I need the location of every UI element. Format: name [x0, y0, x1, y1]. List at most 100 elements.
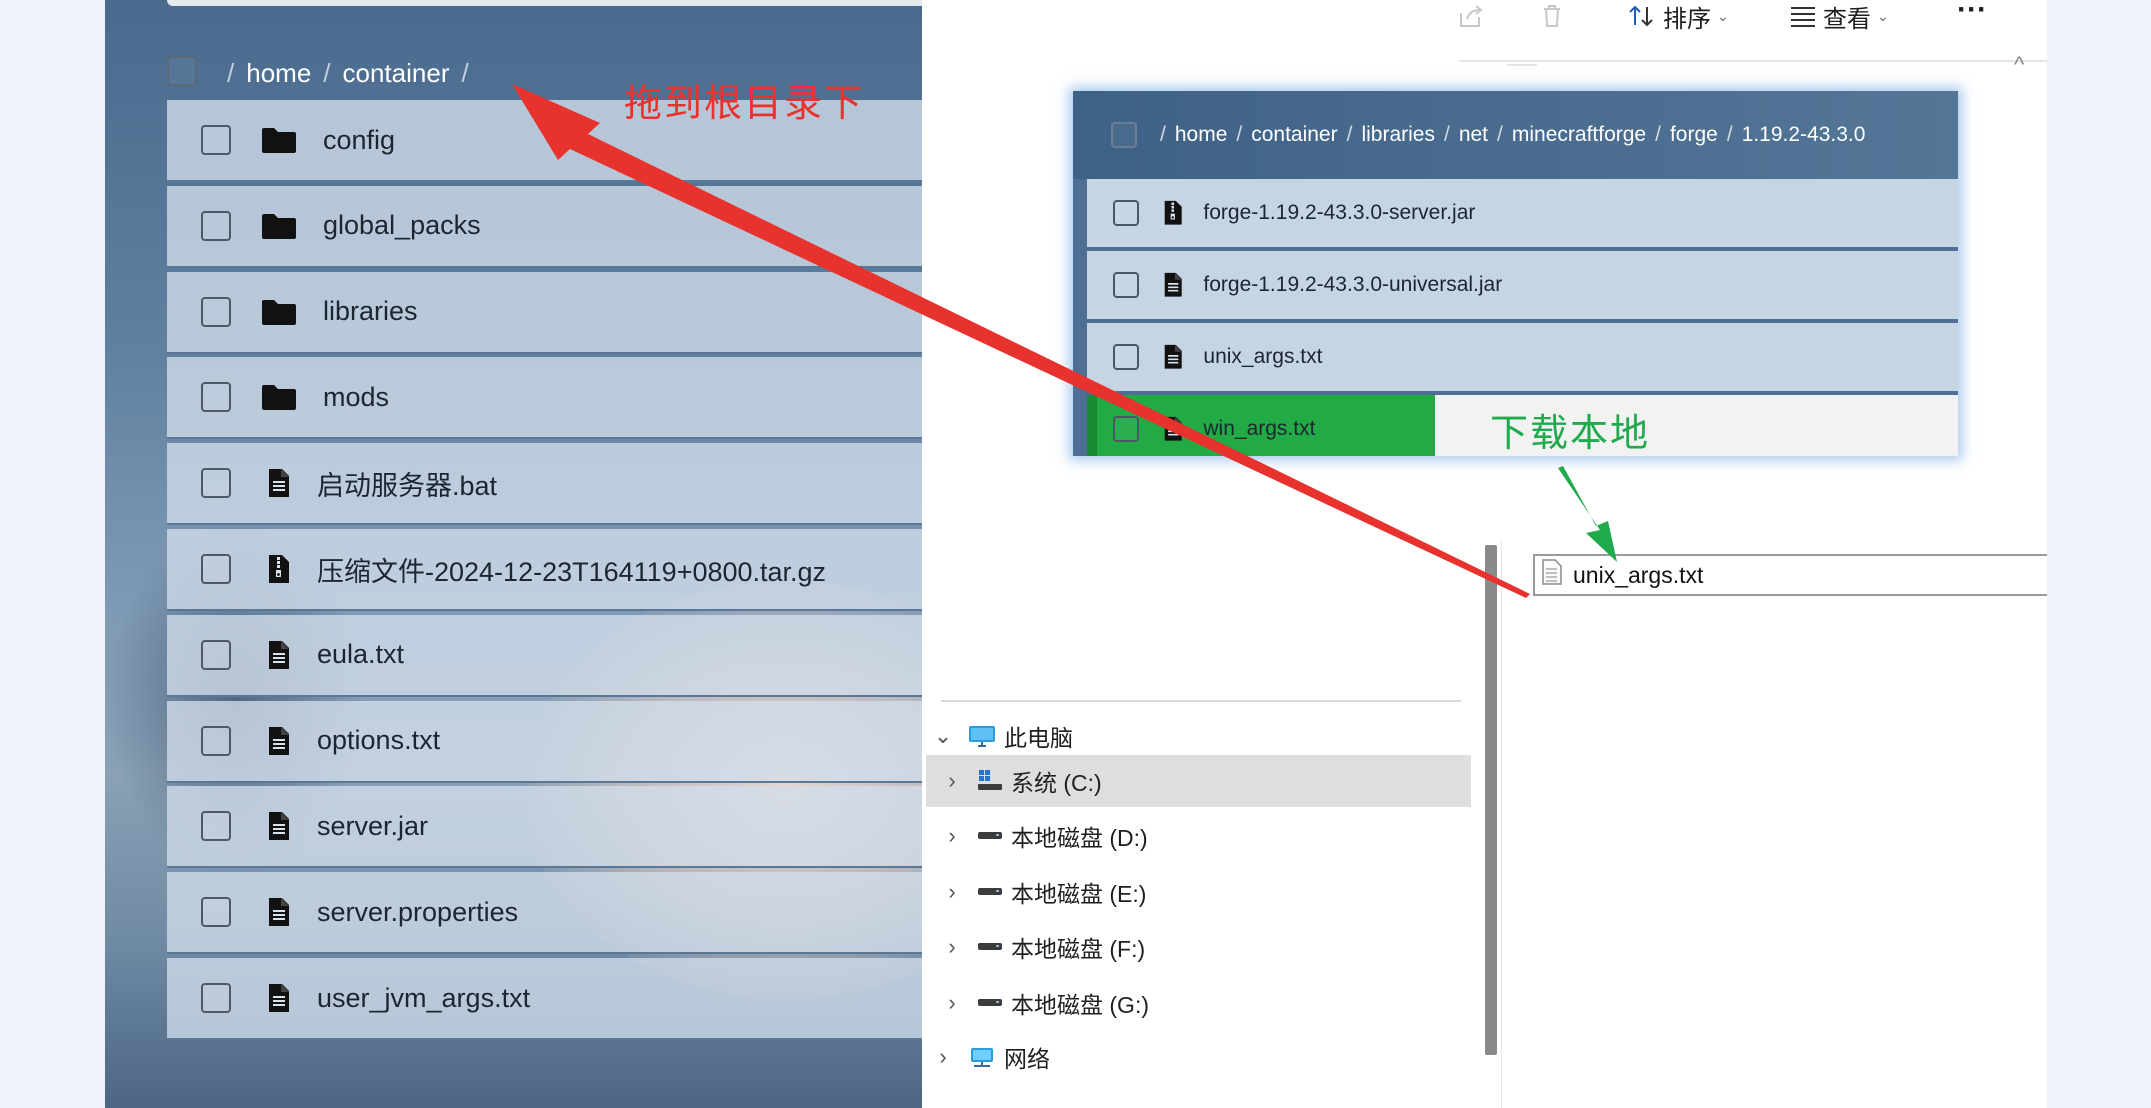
- dropped-file-item[interactable]: unix_args.txt: [1533, 554, 2047, 596]
- network-icon: [968, 1045, 996, 1069]
- drive-icon: [977, 886, 1003, 898]
- file-name[interactable]: mods: [323, 382, 389, 413]
- breadcrumb-separator: /: [227, 57, 235, 88]
- row-checkbox[interactable]: [201, 639, 231, 670]
- chevron-right-icon[interactable]: ›: [941, 990, 963, 1016]
- explorer-toolbar: 排序 ⌄ 查看 ⌄ ···: [1457, 0, 2047, 34]
- row-checkbox[interactable]: [201, 983, 231, 1013]
- view-list-icon: [1791, 7, 1815, 27]
- row-checkbox[interactable]: [201, 725, 231, 756]
- chevron-down-icon[interactable]: ⌄: [932, 723, 954, 749]
- sort-button[interactable]: 排序 ⌄: [1627, 0, 1729, 33]
- document-icon: [1163, 344, 1183, 370]
- folder-icon: [259, 382, 299, 412]
- drag-preview-row: forge-1.19.2-43.3.0-server.jar: [1087, 179, 1958, 249]
- file-name: unix_args.txt: [1203, 345, 1323, 368]
- document-icon: [259, 811, 299, 841]
- row-checkbox[interactable]: [201, 296, 231, 327]
- monitor-icon: [968, 724, 996, 748]
- row-checkbox[interactable]: [201, 897, 231, 928]
- breadcrumb-separator: /: [1346, 123, 1353, 146]
- drive-icon: [977, 997, 1003, 1009]
- chevron-down-icon: ⌄: [1717, 7, 1729, 24]
- breadcrumb-separator: /: [1443, 123, 1450, 146]
- nav-item-label: 本地磁盘 (D:): [1011, 825, 1148, 851]
- breadcrumb-separator: /: [461, 57, 469, 88]
- row-checkbox[interactable]: [201, 125, 231, 155]
- nav-item-label: 系统 (C:): [1011, 770, 1102, 796]
- file-row[interactable]: eula.txt: [167, 614, 922, 697]
- file-row[interactable]: mods: [167, 357, 922, 440]
- file-row[interactable]: server.jar: [167, 786, 922, 869]
- nav-item[interactable]: › 本地磁盘 (G:): [941, 977, 1461, 1029]
- chevron-down-icon: ⌄: [1877, 7, 1889, 24]
- chevron-right-icon[interactable]: ›: [941, 823, 963, 849]
- file-row[interactable]: server.properties: [167, 872, 922, 955]
- file-name[interactable]: libraries: [323, 296, 418, 327]
- nav-item[interactable]: › 本地磁盘 (D:): [941, 810, 1461, 862]
- select-all-checkbox: [1111, 122, 1137, 148]
- breadcrumb-segment: forge: [1669, 123, 1718, 146]
- file-name[interactable]: user_jvm_args.txt: [317, 983, 530, 1014]
- file-name[interactable]: 压缩文件-2024-12-23T164119+0800.tar.gz: [317, 550, 826, 589]
- file-row[interactable]: 启动服务器.bat: [167, 443, 922, 526]
- text-file-icon: [1541, 558, 1563, 592]
- share-icon[interactable]: [1457, 0, 1485, 32]
- breadcrumb-separator: /: [1236, 123, 1243, 146]
- row-checkbox[interactable]: [201, 382, 231, 413]
- folder-icon: [259, 211, 299, 241]
- file-name[interactable]: global_packs: [323, 210, 481, 241]
- chevron-right-icon[interactable]: ›: [941, 879, 963, 905]
- nav-item[interactable]: › 系统 (C:): [926, 755, 1471, 807]
- row-checkbox[interactable]: [201, 468, 231, 499]
- view-label: 查看: [1823, 5, 1871, 33]
- breadcrumb: / home / container /: [167, 38, 469, 108]
- chevron-right-icon[interactable]: ›: [941, 768, 963, 794]
- file-row[interactable]: 压缩文件-2024-12-23T164119+0800.tar.gz: [167, 529, 922, 611]
- chevron-right-icon[interactable]: ›: [941, 934, 963, 960]
- sort-icon: [1629, 5, 1653, 27]
- row-checkbox: [1113, 272, 1139, 298]
- navigation-pane: ⌄ 此电脑 › 系统 (C:) › 本地磁盘 (D:) › 本地磁盘 (E:) › 本地磁盘 (F…: [922, 690, 1477, 1108]
- view-button[interactable]: 查看 ⌄: [1789, 0, 1889, 33]
- collapse-caret-icon[interactable]: ^: [2014, 52, 2024, 78]
- chevron-right-icon[interactable]: ›: [932, 1044, 954, 1070]
- breadcrumb-separator: /: [1160, 123, 1166, 146]
- nav-item[interactable]: › 本地磁盘 (E:): [941, 866, 1461, 918]
- row-checkbox[interactable]: [201, 210, 231, 241]
- more-options-button[interactable]: ···: [1957, 0, 1987, 26]
- file-row[interactable]: options.txt: [167, 700, 922, 783]
- file-name[interactable]: config: [323, 125, 395, 156]
- nav-item[interactable]: › 本地磁盘 (F:): [941, 921, 1461, 973]
- file-row[interactable]: libraries: [167, 271, 922, 354]
- breadcrumb-separator: /: [323, 57, 331, 88]
- drag-preview-breadcrumb: / home / container / libraries / net / minecraftf…: [1073, 91, 1958, 179]
- nav-item[interactable]: › 网络: [932, 1031, 1452, 1083]
- file-name[interactable]: server.properties: [317, 897, 518, 928]
- row-checkbox[interactable]: [201, 811, 231, 842]
- breadcrumb-home[interactable]: home: [246, 58, 311, 89]
- toolbar-divider: [1459, 60, 2047, 62]
- nav-scrollbar[interactable]: [1485, 545, 1497, 1055]
- file-row[interactable]: user_jvm_args.txt: [167, 958, 922, 1040]
- breadcrumb-segment: net: [1458, 123, 1489, 146]
- breadcrumb-separator: /: [1655, 123, 1661, 146]
- file-name[interactable]: 启动服务器.bat: [317, 464, 497, 503]
- nav-item-label: 此电脑: [1004, 725, 1073, 751]
- folder-icon: [259, 125, 299, 155]
- drag-preview-row: unix_args.txt: [1087, 323, 1958, 393]
- file-row[interactable]: global_packs: [167, 185, 922, 268]
- breadcrumb-segment: libraries: [1361, 123, 1435, 146]
- nav-item-label: 网络: [1004, 1046, 1050, 1072]
- file-name[interactable]: server.jar: [317, 811, 428, 842]
- breadcrumb-container[interactable]: container: [343, 58, 450, 89]
- delete-icon[interactable]: [1539, 0, 1565, 32]
- select-all-checkbox[interactable]: [167, 56, 197, 86]
- file-name[interactable]: eula.txt: [317, 639, 404, 670]
- row-checkbox[interactable]: [201, 554, 231, 584]
- breadcrumb-separator: /: [1497, 123, 1503, 146]
- file-name: forge-1.19.2-43.3.0-universal.jar: [1203, 273, 1503, 296]
- file-name[interactable]: options.txt: [317, 725, 440, 756]
- top-strip: [167, 0, 922, 6]
- web-file-manager: / home / container / config global_packsl…: [105, 0, 922, 1108]
